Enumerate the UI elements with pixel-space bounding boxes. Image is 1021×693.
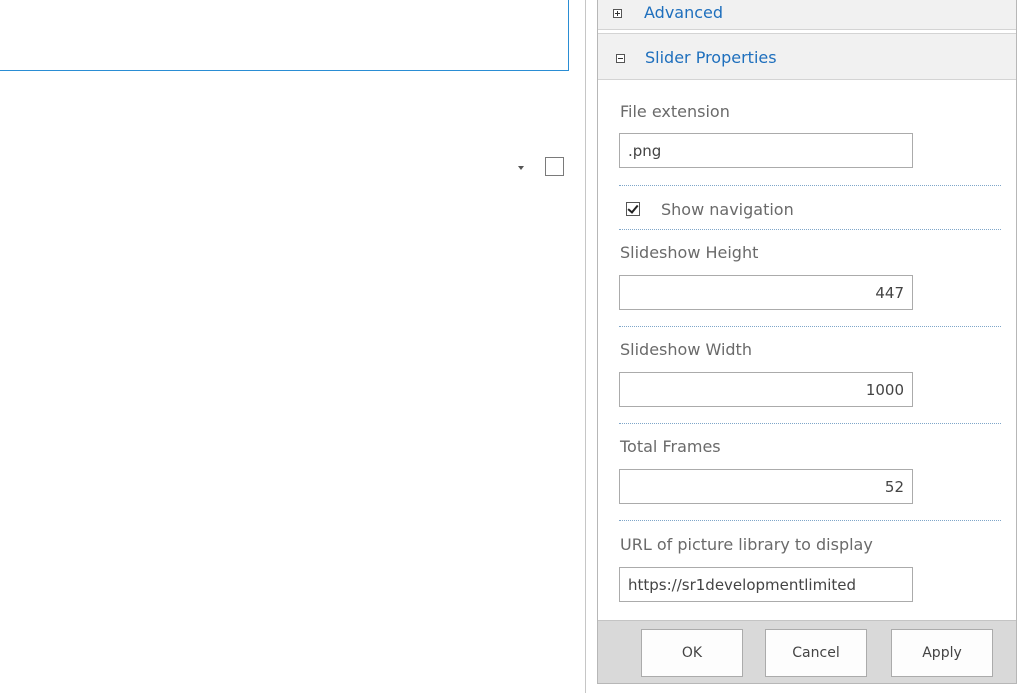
ok-button[interactable]: OK bbox=[641, 629, 743, 677]
file-extension-label: File extension bbox=[620, 102, 730, 121]
dropdown-arrow-icon[interactable] bbox=[518, 166, 524, 170]
slideshow-width-input[interactable] bbox=[619, 372, 913, 407]
advanced-section-header[interactable]: Advanced bbox=[598, 0, 1016, 30]
show-navigation-checkbox[interactable] bbox=[626, 202, 640, 216]
slider-properties-header[interactable]: Slider Properties bbox=[598, 33, 1016, 80]
total-frames-label: Total Frames bbox=[620, 437, 721, 456]
picture-library-url-input[interactable] bbox=[619, 567, 913, 602]
show-navigation-label[interactable]: Show navigation bbox=[661, 200, 794, 219]
slider-properties-title[interactable]: Slider Properties bbox=[645, 48, 777, 67]
page: Advanced Slider Properties File extensio… bbox=[0, 0, 1021, 693]
separator bbox=[619, 326, 1001, 327]
separator bbox=[619, 185, 1001, 186]
tool-pane: Advanced Slider Properties File extensio… bbox=[597, 0, 1017, 684]
picture-library-url-label: URL of picture library to display bbox=[620, 535, 873, 554]
cancel-button[interactable]: Cancel bbox=[765, 629, 867, 677]
total-frames-input[interactable] bbox=[619, 469, 913, 504]
separator bbox=[619, 520, 1001, 521]
separator bbox=[619, 423, 1001, 424]
webpart-zone bbox=[0, 0, 569, 71]
apply-button[interactable]: Apply bbox=[891, 629, 993, 677]
slideshow-height-label: Slideshow Height bbox=[620, 243, 759, 262]
slideshow-width-label: Slideshow Width bbox=[620, 340, 752, 359]
minus-box-icon[interactable] bbox=[616, 54, 625, 63]
pane-divider bbox=[585, 0, 586, 693]
separator bbox=[619, 229, 1001, 230]
advanced-section-title[interactable]: Advanced bbox=[644, 3, 723, 22]
slideshow-height-input[interactable] bbox=[619, 275, 913, 310]
plus-box-icon[interactable] bbox=[613, 9, 622, 18]
file-extension-input[interactable] bbox=[619, 133, 913, 168]
tool-pane-footer: OK Cancel Apply bbox=[598, 620, 1016, 683]
webpart-select-checkbox[interactable] bbox=[545, 157, 564, 176]
